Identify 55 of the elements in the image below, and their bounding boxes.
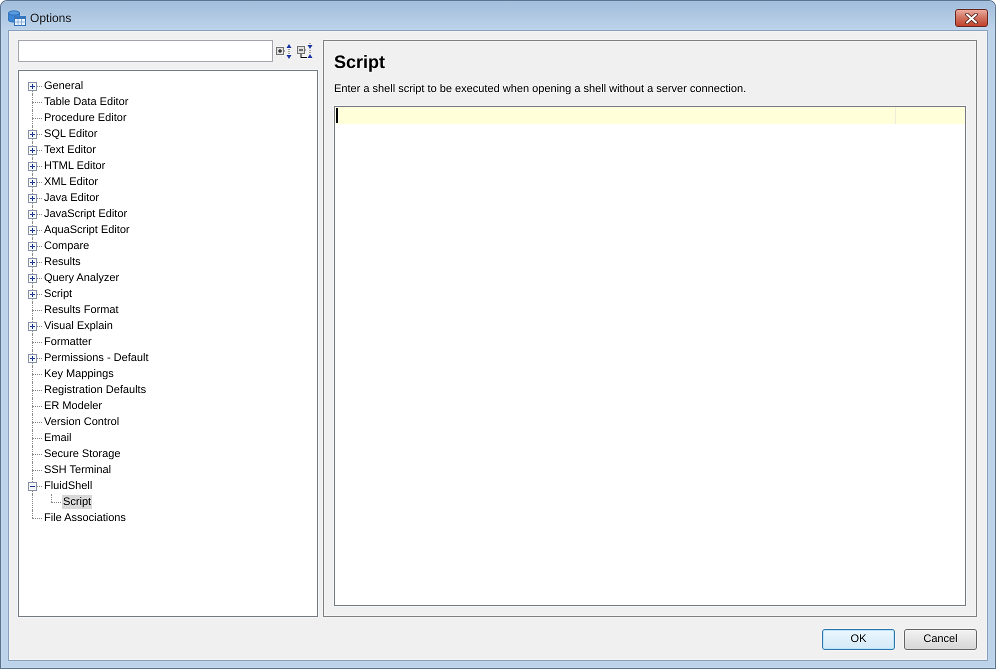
tree-item[interactable]: Permissions - Default (43, 351, 150, 365)
page-description: Enter a shell script to be executed when opening a shell without a server connection. (334, 82, 748, 96)
tree-item[interactable]: ER Modeler (43, 399, 104, 413)
tree-item[interactable]: SSH Terminal (43, 463, 112, 477)
tree-item[interactable]: Java Editor (43, 191, 100, 205)
expand-icon[interactable] (28, 146, 37, 155)
tree-item[interactable]: Procedure Editor (43, 111, 128, 125)
tree-item[interactable]: Compare (43, 239, 90, 253)
tree-item[interactable]: JavaScript Editor (43, 207, 128, 221)
expand-icon[interactable] (28, 82, 37, 91)
expand-icon[interactable] (28, 274, 37, 283)
collapse-all-icon[interactable] (297, 42, 314, 60)
app-icon (8, 10, 26, 26)
tree-item[interactable]: Formatter (43, 335, 93, 349)
tree-item[interactable]: Script (43, 287, 74, 301)
text-caret (336, 108, 338, 123)
expand-icon[interactable] (28, 162, 37, 171)
cancel-button[interactable]: Cancel (904, 629, 977, 650)
expand-icon[interactable] (28, 258, 37, 267)
tree-item[interactable]: Visual Explain (43, 319, 114, 333)
window-title: Options (30, 10, 72, 26)
collapse-icon[interactable] (28, 482, 37, 491)
tree-item[interactable]: General (43, 79, 84, 93)
tree-item[interactable]: SQL Editor (43, 127, 98, 141)
tree-item[interactable]: Results (43, 255, 82, 269)
expand-icon[interactable] (28, 242, 37, 251)
tree-item[interactable]: Query Analyzer (43, 271, 120, 285)
tree-item[interactable]: Key Mappings (43, 367, 115, 381)
tree-item[interactable]: XML Editor (43, 175, 100, 189)
tree-item[interactable]: AquaScript Editor (43, 223, 131, 237)
page-heading: Script (334, 51, 386, 73)
expand-icon[interactable] (28, 210, 37, 219)
search-field[interactable] (18, 40, 273, 62)
tree-item[interactable]: File Associations (43, 511, 127, 525)
tree-item[interactable]: Registration Defaults (43, 383, 148, 397)
expand-icon[interactable] (28, 178, 37, 187)
tree-item[interactable]: Secure Storage (43, 447, 122, 461)
tree-item[interactable]: Script (62, 495, 92, 509)
tree-item[interactable]: Email (43, 431, 73, 445)
ok-button[interactable]: OK (822, 629, 895, 650)
expand-all-icon[interactable] (276, 42, 293, 60)
tree-item[interactable]: HTML Editor (43, 159, 106, 173)
tree-item[interactable]: Version Control (43, 415, 120, 429)
expand-icon[interactable] (28, 322, 37, 331)
tree-item[interactable]: Text Editor (43, 143, 97, 157)
close-icon (965, 12, 978, 24)
expand-icon[interactable] (28, 354, 37, 363)
expand-icon[interactable] (28, 130, 37, 139)
tree-item[interactable]: FluidShell (43, 479, 94, 493)
tree-item[interactable]: Results Format (43, 303, 120, 317)
tree-item[interactable]: Table Data Editor (43, 95, 130, 109)
close-button[interactable] (955, 9, 988, 27)
expand-icon[interactable] (28, 290, 37, 299)
expand-icon[interactable] (28, 194, 37, 203)
expand-icon[interactable] (28, 226, 37, 235)
